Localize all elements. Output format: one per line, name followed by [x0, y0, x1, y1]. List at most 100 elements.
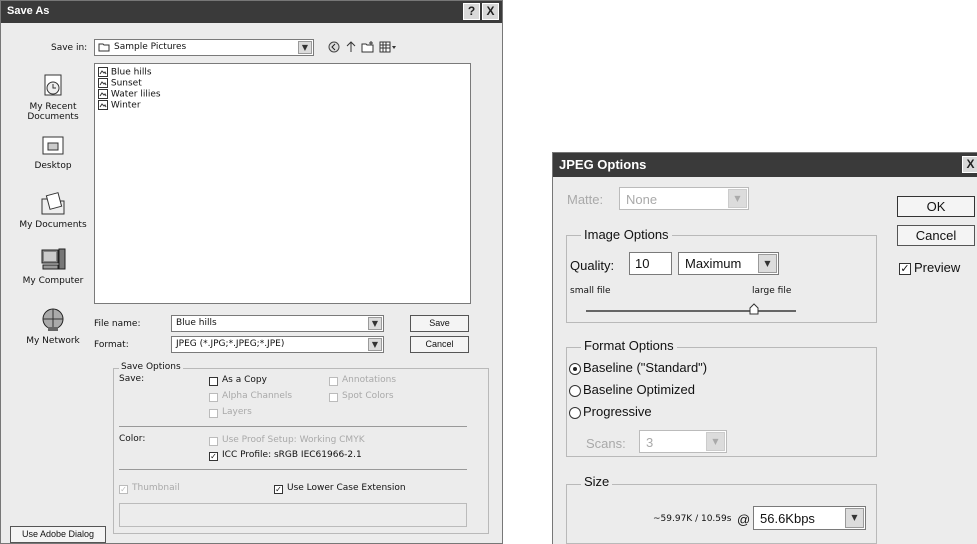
warning-area [119, 503, 467, 527]
jpeg-options-title: JPEG Options [559, 157, 647, 172]
baseline-optimized-radio[interactable] [569, 385, 581, 397]
icc-profile-checkbox[interactable]: ✓ [209, 452, 218, 461]
help-icon[interactable]: ? [463, 3, 480, 20]
chevron-down-icon[interactable]: ▼ [298, 41, 312, 54]
baseline-optimized-label: Baseline Optimized [583, 382, 695, 397]
preview-checkbox[interactable]: ✓ [899, 263, 911, 275]
folder-icon [98, 42, 110, 55]
use-adobe-dialog-button[interactable]: Use Adobe Dialog [10, 526, 106, 543]
chevron-down-icon[interactable]: ▼ [758, 254, 777, 273]
baseline-standard-label: Baseline ("Standard") [583, 360, 708, 375]
image-file-icon [98, 100, 108, 110]
scans-value: 3 [646, 435, 654, 450]
large-file-label: large file [752, 286, 792, 296]
baseline-standard-radio[interactable] [569, 363, 581, 375]
layers-checkbox[interactable] [209, 409, 218, 418]
place-desktop[interactable]: Desktop [13, 134, 93, 171]
use-proof-setup-checkbox[interactable] [209, 437, 218, 446]
file-item[interactable]: Water lilies [98, 89, 161, 100]
desktop-icon [42, 136, 64, 155]
file-name-input[interactable]: Blue hills ▼ [171, 315, 384, 332]
file-item[interactable]: Blue hills [98, 67, 152, 78]
matte-value: None [626, 192, 658, 207]
close-icon[interactable]: X [962, 156, 977, 173]
ok-button[interactable]: OK [897, 196, 975, 217]
file-name: Water lilies [110, 89, 161, 100]
file-list[interactable]: Blue hills Sunset Water lilies Winter [94, 63, 471, 304]
image-file-icon [98, 89, 108, 99]
view-menu-icon[interactable] [379, 41, 397, 56]
scans-label: Scans: [586, 436, 626, 451]
save-in-select[interactable]: Sample Pictures ▼ [94, 39, 314, 56]
chevron-down-icon[interactable]: ▼ [728, 189, 747, 208]
file-name-value: Blue hills [176, 318, 217, 328]
cancel-button[interactable]: Cancel [897, 225, 975, 246]
alpha-channels-checkbox[interactable] [209, 393, 218, 402]
annotations-checkbox[interactable] [329, 377, 338, 386]
as-a-copy-checkbox[interactable] [209, 377, 218, 386]
chevron-down-icon[interactable]: ▼ [706, 432, 725, 451]
save-button[interactable]: Save [410, 315, 469, 332]
annotations-label: Annotations [342, 375, 397, 385]
at-symbol: @ [737, 512, 751, 527]
chevron-down-icon[interactable]: ▼ [368, 338, 382, 351]
file-item[interactable]: Winter [98, 100, 141, 111]
image-file-icon [98, 78, 108, 88]
back-icon[interactable] [328, 41, 340, 56]
save-as-title: Save As [7, 5, 50, 17]
file-name: Sunset [110, 78, 142, 89]
connection-speed-value: 56.6Kbps [760, 511, 815, 526]
place-my-documents[interactable]: My Documents [13, 191, 93, 230]
close-icon[interactable]: X [482, 3, 499, 20]
quality-input[interactable]: 10 [629, 252, 672, 275]
matte-label: Matte: [567, 192, 604, 207]
recent-documents-icon [44, 74, 62, 96]
save-in-value: Sample Pictures [114, 42, 187, 52]
file-item[interactable]: Sunset [98, 78, 142, 89]
chevron-down-icon[interactable]: ▼ [368, 317, 382, 330]
layers-label: Layers [222, 407, 252, 417]
progressive-radio[interactable] [569, 407, 581, 419]
cancel-button[interactable]: Cancel [410, 336, 469, 353]
jpeg-options-dialog: JPEG Options X Matte: None ▼ Image Optio… [552, 152, 977, 544]
place-recent-documents[interactable]: My Recent Documents [13, 73, 93, 122]
color-label: Color: [119, 434, 146, 444]
place-label: My Computer [22, 276, 84, 286]
quality-label: Quality: [570, 258, 615, 273]
divider [119, 426, 467, 427]
use-lower-case-checkbox[interactable]: ✓ [274, 485, 283, 494]
thumbnail-checkbox[interactable]: ✓ [119, 485, 128, 494]
file-name: Blue hills [110, 67, 152, 78]
format-select[interactable]: JPEG (*.JPG;*.JPEG;*.JPE) ▼ [171, 336, 384, 353]
quality-slider-thumb[interactable] [749, 303, 759, 315]
quality-preset-value: Maximum [685, 256, 742, 271]
my-network-icon [42, 308, 64, 331]
quality-preset-select[interactable]: Maximum ▼ [678, 252, 779, 275]
chevron-down-icon[interactable]: ▼ [845, 508, 864, 528]
format-options-legend: Format Options [581, 338, 677, 353]
new-folder-icon[interactable] [361, 41, 375, 56]
my-computer-icon [41, 248, 66, 270]
size-legend: Size [581, 474, 613, 489]
place-my-computer[interactable]: My Computer [13, 247, 93, 286]
save-as-titlebar: Save As ? X [1, 1, 502, 23]
save-options-legend: Save Options [119, 362, 183, 372]
use-proof-setup-label: Use Proof Setup: Working CMYK [222, 435, 365, 445]
place-my-network[interactable]: My Network [13, 307, 93, 346]
up-folder-icon[interactable] [345, 41, 357, 56]
connection-speed-select[interactable]: 56.6Kbps ▼ [753, 506, 866, 530]
quality-value: 10 [635, 256, 650, 271]
check-icon: ✓ [275, 485, 282, 494]
small-file-label: small file [570, 286, 611, 296]
format-label: Format: [94, 340, 129, 350]
matte-select[interactable]: None ▼ [619, 187, 749, 210]
as-a-copy-label: As a Copy [222, 375, 267, 385]
scans-select[interactable]: 3 ▼ [639, 430, 727, 453]
use-lower-case-label: Use Lower Case Extension [287, 483, 406, 493]
image-file-icon [98, 67, 108, 77]
preview-label: Preview [914, 260, 961, 275]
check-icon: ✓ [210, 452, 217, 461]
check-icon: ✓ [120, 485, 127, 494]
spot-colors-checkbox[interactable] [329, 393, 338, 402]
quality-slider-track[interactable] [586, 310, 796, 312]
